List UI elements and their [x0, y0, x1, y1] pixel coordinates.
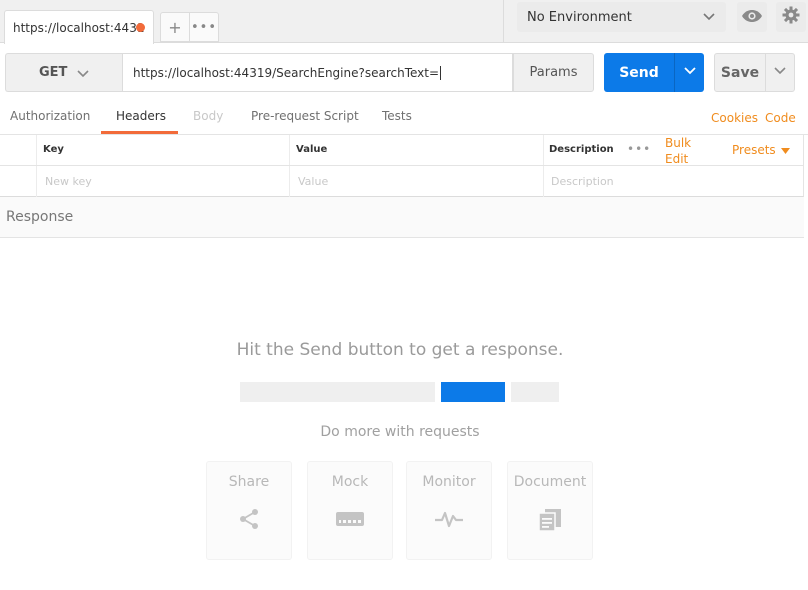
column-header-description: Description	[549, 144, 614, 155]
column-header-value: Value	[296, 144, 328, 155]
monitor-card[interactable]: Monitor	[406, 461, 492, 560]
bulk-edit-label-line2: Edit	[665, 152, 689, 166]
bulk-edit-link[interactable]: Bulk Edit	[665, 135, 691, 167]
tab-options-button[interactable]: •••	[189, 13, 218, 41]
tab-bar: https://localhost:4431 + ••• No Environm…	[0, 0, 808, 44]
skeleton-bar	[511, 382, 559, 402]
send-options-button[interactable]	[674, 53, 704, 92]
environment-quick-look-button[interactable]	[737, 2, 767, 32]
tab-actions: + •••	[160, 12, 219, 42]
share-icon	[207, 508, 291, 530]
new-description-input[interactable]: Description	[551, 175, 614, 188]
active-tab-indicator	[101, 131, 178, 134]
card-label: Monitor	[422, 474, 476, 490]
tab-divider	[503, 0, 504, 43]
tab-pre-request-script[interactable]: Pre-request Script	[251, 109, 359, 123]
tab-headers[interactable]: Headers	[116, 109, 166, 123]
url-input[interactable]: https://localhost:44319/SearchEngine?sea…	[122, 53, 513, 92]
card-label: Share	[228, 474, 270, 490]
chevron-down-icon	[683, 63, 697, 82]
response-title: Response	[6, 209, 74, 225]
mock-server-icon	[308, 508, 392, 530]
skeleton-bar	[240, 382, 435, 402]
params-button[interactable]: Params	[513, 53, 594, 92]
gear-icon	[782, 6, 800, 28]
save-options-button[interactable]	[765, 54, 794, 91]
mock-card[interactable]: Mock	[307, 461, 393, 560]
share-card[interactable]: Share	[206, 461, 292, 560]
tab-body[interactable]: Body	[193, 109, 223, 123]
url-input-value: https://localhost:44319/SearchEngine?sea…	[133, 65, 440, 80]
caret-down-icon	[780, 143, 790, 157]
save-button-group: Save	[714, 53, 795, 92]
card-label: Mock	[331, 474, 369, 490]
environment-select-value: No Environment	[527, 9, 632, 25]
eye-icon	[741, 8, 763, 27]
monitor-pulse-icon	[407, 508, 491, 530]
new-value-input[interactable]: Value	[298, 175, 328, 188]
card-label: Document	[513, 474, 587, 490]
document-card[interactable]: Document	[507, 461, 593, 560]
empty-response-message: Hit the Send button to get a response.	[236, 340, 564, 360]
send-button[interactable]: Send	[604, 53, 674, 92]
tab-tests[interactable]: Tests	[382, 109, 412, 123]
document-icon	[508, 508, 592, 532]
environment-select[interactable]: No Environment	[517, 2, 726, 32]
method-select[interactable]: GET	[5, 53, 122, 92]
more-options-icon[interactable]: •••	[627, 142, 651, 156]
send-button-group: Send	[604, 53, 704, 92]
presets-label: Presets	[732, 143, 776, 157]
headers-table-header: Key Value Description ••• Bulk Edit Pres…	[0, 135, 804, 166]
response-header: Response	[0, 197, 804, 238]
more-with-requests-title: Do more with requests	[320, 424, 480, 440]
cookies-link[interactable]: Cookies	[711, 111, 758, 125]
column-header-key: Key	[43, 144, 64, 155]
method-select-value: GET	[39, 65, 68, 80]
chevron-down-icon	[76, 67, 90, 85]
chevron-down-icon	[702, 10, 716, 28]
new-tab-button[interactable]: +	[161, 13, 189, 41]
chevron-down-icon	[773, 63, 787, 82]
save-button[interactable]: Save	[715, 54, 765, 91]
new-key-input[interactable]: New key	[45, 175, 92, 188]
tab-title: https://localhost:4431	[13, 20, 145, 35]
request-tabs: Authorization Headers Body Pre-request S…	[0, 101, 808, 135]
tab-authorization[interactable]: Authorization	[10, 109, 90, 123]
unsaved-dot-icon	[136, 23, 145, 32]
text-caret	[440, 65, 442, 80]
code-link[interactable]: Code	[765, 111, 796, 125]
skeleton-button	[441, 382, 505, 402]
manage-environments-button[interactable]	[776, 2, 806, 32]
tab-request-localhost[interactable]: https://localhost:4431	[4, 10, 154, 44]
bulk-edit-label-line1: Bulk	[665, 136, 692, 150]
presets-dropdown[interactable]: Presets	[732, 143, 790, 157]
table-row: New key Value Description	[0, 166, 804, 197]
headers-table: Key Value Description ••• Bulk Edit Pres…	[0, 135, 804, 197]
